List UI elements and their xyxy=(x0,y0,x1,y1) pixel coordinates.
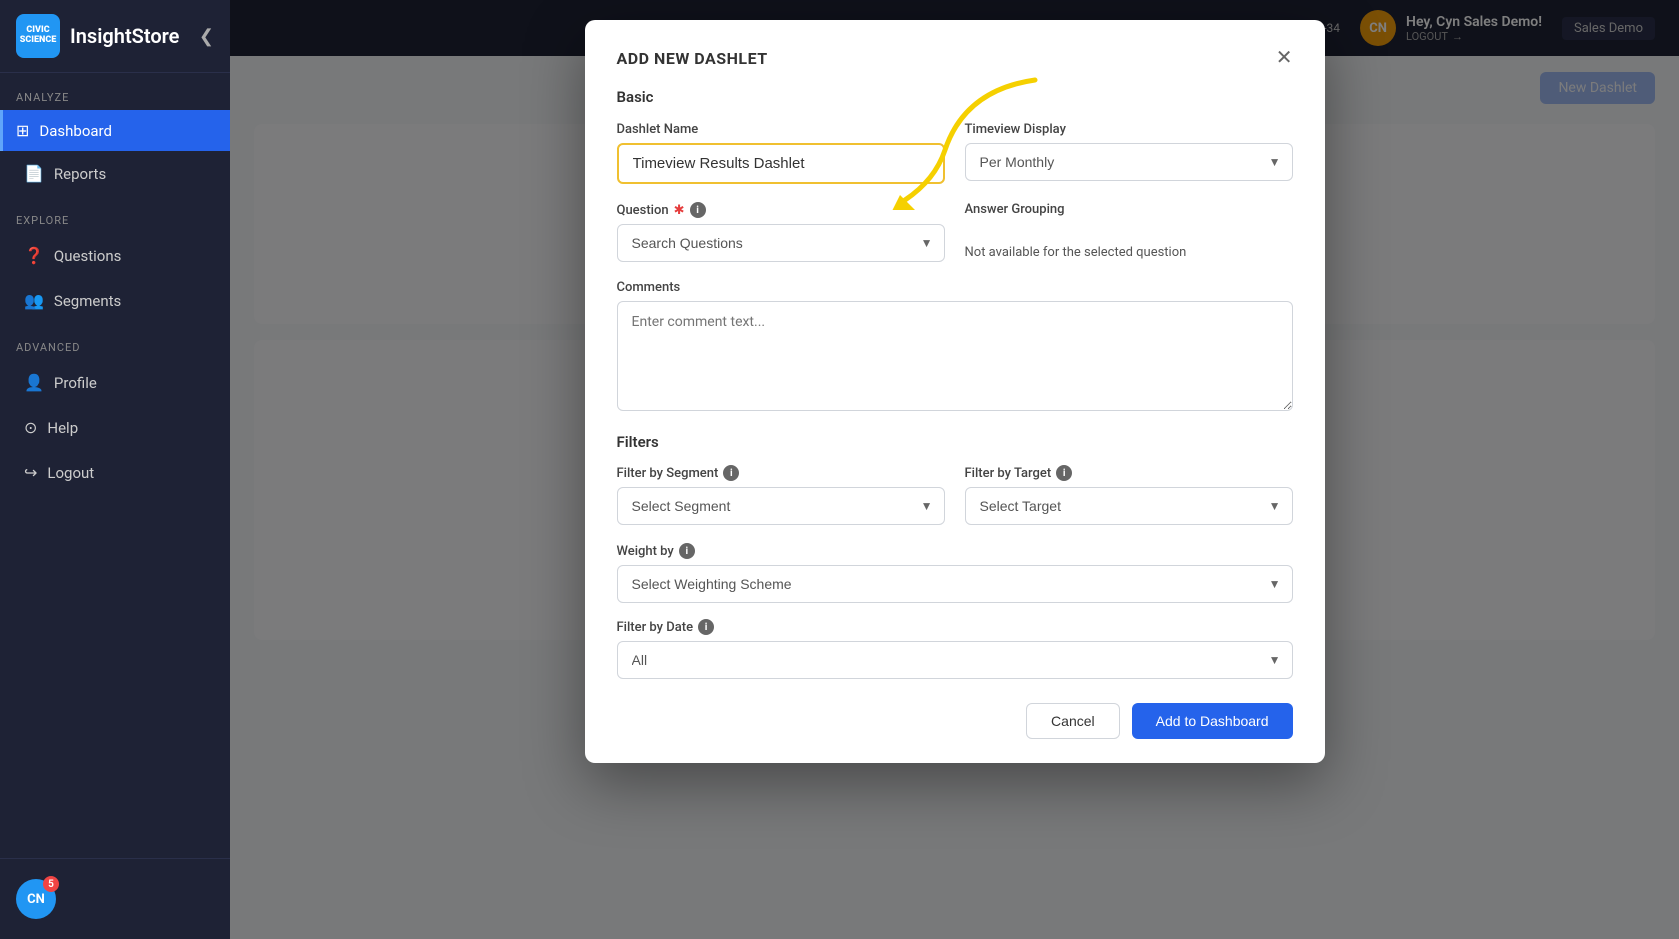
form-row-name-timeview: Dashlet Name Timeview Display Per Monthl… xyxy=(617,122,1293,184)
timeview-display-label: Timeview Display xyxy=(965,122,1293,137)
sidebar-label-logout: Logout xyxy=(47,464,94,482)
filter-date-label: Filter by Date i xyxy=(617,619,1293,635)
filter-segment-info-icon[interactable]: i xyxy=(723,465,739,481)
weight-by-group: Weight by i Select Weighting Scheme ▼ xyxy=(617,543,1293,603)
timeview-display-group: Timeview Display Per Monthly Per Weekly … xyxy=(965,122,1293,184)
help-icon: ⊙ xyxy=(24,418,37,437)
modal-title: ADD NEW DASHLET xyxy=(617,49,768,68)
advanced-section-label: ADVANCED xyxy=(0,323,230,360)
questions-icon: ❓ xyxy=(24,246,44,265)
add-to-dashboard-button[interactable]: Add to Dashboard xyxy=(1132,703,1293,739)
filter-target-info-icon[interactable]: i xyxy=(1056,465,1072,481)
filters-section-title: Filters xyxy=(617,433,1293,451)
sidebar-item-reports[interactable]: 📄 Reports xyxy=(8,153,222,194)
sidebar: CIVICSCIENCE InsightStore ❮ ANALYZE ⊞ Da… xyxy=(0,0,230,939)
filter-target-label: Filter by Target i xyxy=(965,465,1293,481)
target-select-wrapper: Select Target ▼ xyxy=(965,487,1293,525)
collapse-button[interactable]: ❮ xyxy=(199,26,214,47)
filter-segment-label: Filter by Segment i xyxy=(617,465,945,481)
logout-icon: ↪ xyxy=(24,463,37,482)
cancel-button[interactable]: Cancel xyxy=(1026,703,1120,739)
weight-by-info-icon[interactable]: i xyxy=(679,543,695,559)
app-name: InsightStore xyxy=(70,24,179,48)
dashlet-name-input[interactable] xyxy=(617,143,945,184)
weight-by-label: Weight by i xyxy=(617,543,1293,559)
filter-date-group: Filter by Date i All Last 30 Days Last 9… xyxy=(617,619,1293,679)
dashlet-name-group: Dashlet Name xyxy=(617,122,945,184)
sidebar-label-help: Help xyxy=(47,419,78,437)
sidebar-item-dashboard[interactable]: ⊞ Dashboard xyxy=(0,110,230,151)
segment-select-wrapper: Select Segment ▼ xyxy=(617,487,945,525)
filter-date-info-icon[interactable]: i xyxy=(698,619,714,635)
weight-by-select[interactable]: Select Weighting Scheme xyxy=(617,565,1293,603)
question-group: Question ✱ i Search Questions ▼ xyxy=(617,202,945,262)
form-row-filters: Filter by Segment i Select Segment ▼ Fil… xyxy=(617,465,1293,525)
modal: ADD NEW DASHLET ✕ Basic Dashlet Name Tim… xyxy=(585,20,1325,763)
sidebar-bottom: CN 5 xyxy=(0,858,230,939)
comments-group: Comments xyxy=(617,280,1293,415)
notification-badge: 5 xyxy=(43,876,59,892)
question-label: Question ✱ i xyxy=(617,202,945,218)
dashboard-icon: ⊞ xyxy=(16,121,29,140)
explore-section-label: EXPLORE xyxy=(0,196,230,233)
basic-section-title: Basic xyxy=(617,88,1293,106)
answer-grouping-text: Not available for the selected question xyxy=(965,245,1293,260)
weight-select-wrapper: Select Weighting Scheme ▼ xyxy=(617,565,1293,603)
segments-icon: 👥 xyxy=(24,291,44,310)
sidebar-avatar-area: CN 5 xyxy=(0,869,230,929)
profile-icon: 👤 xyxy=(24,373,44,392)
sidebar-item-help[interactable]: ⊙ Help xyxy=(8,407,222,448)
required-star: ✱ xyxy=(674,203,685,218)
filter-date-select[interactable]: All Last 30 Days Last 90 Days Last Year … xyxy=(617,641,1293,679)
sidebar-label-reports: Reports xyxy=(54,165,106,183)
question-select-wrapper: Search Questions ▼ xyxy=(617,224,945,262)
analyze-section-label: ANALYZE xyxy=(0,73,230,110)
filter-target-group: Filter by Target i Select Target ▼ xyxy=(965,465,1293,525)
answer-grouping-label: Answer Grouping xyxy=(965,202,1293,217)
answer-grouping-group: Answer Grouping Not available for the se… xyxy=(965,202,1293,262)
sidebar-item-logout[interactable]: ↪ Logout xyxy=(8,452,222,493)
dashlet-name-label: Dashlet Name xyxy=(617,122,945,137)
timeview-select-wrapper: Per Monthly Per Weekly Per Daily ▼ xyxy=(965,143,1293,181)
close-button[interactable]: ✕ xyxy=(1276,48,1293,68)
sidebar-label-profile: Profile xyxy=(54,374,97,392)
filter-segment-group: Filter by Segment i Select Segment ▼ xyxy=(617,465,945,525)
sidebar-item-segments[interactable]: 👥 Segments xyxy=(8,280,222,321)
question-info-icon[interactable]: i xyxy=(690,202,706,218)
sidebar-item-profile[interactable]: 👤 Profile xyxy=(8,362,222,403)
reports-icon: 📄 xyxy=(24,164,44,183)
sidebar-header: CIVICSCIENCE InsightStore ❮ xyxy=(0,0,230,73)
main-content: Men 18-34 Women 18-34 CN Hey, Cyn Sales … xyxy=(230,0,1679,939)
date-select-wrapper: All Last 30 Days Last 90 Days Last Year … xyxy=(617,641,1293,679)
timeview-display-select[interactable]: Per Monthly Per Weekly Per Daily xyxy=(965,143,1293,181)
comments-textarea[interactable] xyxy=(617,301,1293,411)
avatar[interactable]: CN 5 xyxy=(16,879,56,919)
sidebar-label-segments: Segments xyxy=(54,292,121,310)
modal-overlay: ADD NEW DASHLET ✕ Basic Dashlet Name Tim… xyxy=(230,0,1679,939)
filter-segment-select[interactable]: Select Segment xyxy=(617,487,945,525)
filter-target-select[interactable]: Select Target xyxy=(965,487,1293,525)
modal-header: ADD NEW DASHLET ✕ xyxy=(617,48,1293,68)
comments-label: Comments xyxy=(617,280,1293,295)
form-row-question-answer: Question ✱ i Search Questions ▼ Answer G… xyxy=(617,202,1293,262)
modal-footer: Cancel Add to Dashboard xyxy=(617,703,1293,739)
question-select[interactable]: Search Questions xyxy=(617,224,945,262)
sidebar-label-questions: Questions xyxy=(54,247,121,265)
sidebar-item-questions[interactable]: ❓ Questions xyxy=(8,235,222,276)
sidebar-label-dashboard: Dashboard xyxy=(39,122,112,140)
civic-logo: CIVICSCIENCE xyxy=(16,14,60,58)
